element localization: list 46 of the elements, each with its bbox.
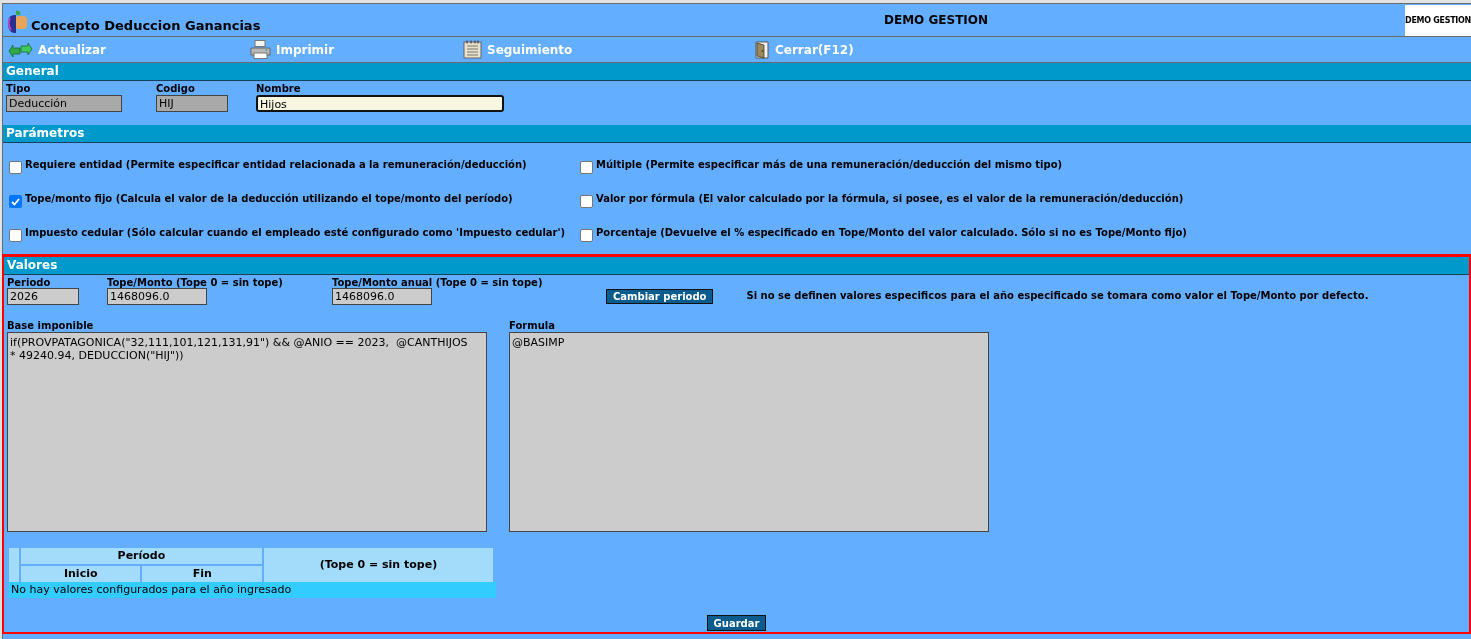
table-header-cell — [9, 548, 19, 582]
info-note: Si no se definen valores especificos para el año especificado se tomara como valor el Tope/Monto por defecto. — [746, 290, 1369, 302]
save-button[interactable]: Guardar — [706, 615, 767, 631]
field-label: Base imponible — [7, 320, 95, 332]
checkbox[interactable] — [580, 161, 593, 174]
section-header: Valores — [4, 257, 1469, 275]
checkbox[interactable] — [9, 229, 22, 242]
column-header: (Tope 0 = sin tope) — [263, 548, 493, 582]
door-icon — [754, 40, 770, 59]
option-label: Valor por fórmula (El valor calculado por la fórmula, si posee, es el valor de la remuneración/deducción) — [596, 192, 1184, 206]
option-label: Tope/monto fijo (Calcula el valor de la deducción utilizando el tope/monto del período) — [25, 192, 513, 206]
app-logo-icon — [7, 10, 27, 34]
formula-field[interactable]: @BASIMP — [509, 332, 989, 532]
field-label: Nombre — [256, 83, 302, 95]
empty-table-message: No hay valores configurados para el año ingresado — [9, 582, 496, 598]
base-imponible-field[interactable]: if(PROVPATAGONICA("32,111,101,121,131,91") && @ANIO == 2023, @CANTHIJOS * 49240.94, DEDUCCION("HIJ")) — [7, 332, 487, 532]
text-field[interactable]: 1468096.0 — [332, 288, 432, 305]
notebook-icon — [463, 40, 482, 59]
field-label: Codigo — [156, 83, 196, 95]
arrows-icon — [8, 41, 33, 58]
text-field[interactable]: Hijos — [256, 95, 504, 112]
company-name: DEMO GESTION — [884, 13, 989, 27]
option-label: Porcentaje (Devuelve el % especificado en Tope/Monto del valor calculado. Sólo si no es Tope/Monto fijo) — [596, 226, 1187, 240]
option-label: Múltiple (Permite especificar más de una remuneración/deducción del mismo tipo) — [596, 158, 1063, 172]
text-field[interactable]: 1468096.0 — [107, 288, 207, 305]
field-label: Periodo — [7, 277, 52, 288]
window-title: Concepto Deduccion Ganancias — [31, 18, 261, 34]
column-header: Fin — [142, 566, 262, 582]
change-period-button[interactable]: Cambiar periodo — [606, 289, 714, 304]
section-header: General — [3, 63, 1471, 81]
option-label: Impuesto cedular (Sólo calcular cuando el empleado esté configurado como 'Impuesto cedular') — [25, 226, 566, 240]
column-header: Inicio — [20, 566, 141, 582]
checkbox[interactable] — [580, 195, 593, 208]
field-label: Tope/Monto anual (Tope 0 = sin tope) — [332, 277, 544, 288]
company-logo: DEMO GESTION — [1405, 5, 1471, 36]
column-group-header: Período — [20, 548, 262, 564]
field-label: Formula — [509, 320, 556, 332]
field-label: Tope/Monto (Tope 0 = sin tope) — [107, 277, 284, 288]
checkbox[interactable] — [9, 161, 22, 174]
text-field[interactable]: 2026 — [7, 288, 79, 305]
option-label: Requiere entidad (Permite especificar entidad relacionada a la remuneración/deducción) — [25, 158, 527, 172]
checkbox[interactable] — [580, 229, 593, 242]
checkbox[interactable] — [9, 195, 22, 208]
section-header: Parámetros — [3, 125, 1471, 143]
printer-icon — [250, 40, 271, 59]
field-label: Tipo — [6, 83, 32, 95]
